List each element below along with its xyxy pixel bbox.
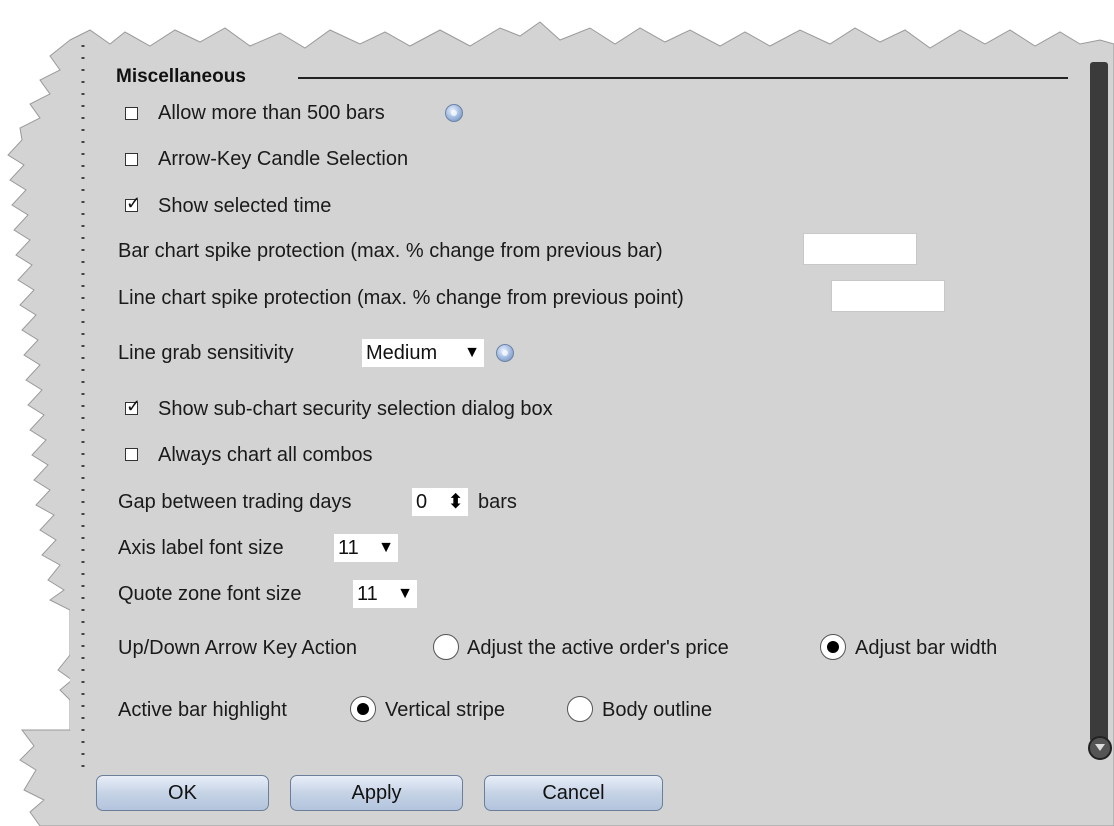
- gap-days-label: Gap between trading days: [118, 491, 352, 513]
- section-title: Miscellaneous: [116, 66, 252, 88]
- active-bar-label: Active bar highlight: [118, 699, 287, 721]
- section-divider: [298, 77, 1068, 79]
- radio-adjust-bar-width[interactable]: [820, 634, 846, 660]
- show-selected-time-label: Show selected time: [158, 195, 332, 217]
- quote-font-dropdown[interactable]: 11 ▼: [353, 580, 417, 608]
- radio-adjust-bar-width-label: Adjust bar width: [855, 637, 998, 659]
- quote-font-value: 11: [357, 583, 378, 605]
- arrow-key-candle-label: Arrow-Key Candle Selection: [158, 148, 409, 170]
- radio-vertical-stripe-label: Vertical stripe: [385, 699, 506, 721]
- chevron-down-icon: ▼: [397, 585, 413, 602]
- vertical-scrollbar[interactable]: [1090, 62, 1108, 742]
- line-grab-label: Line grab sensitivity: [118, 342, 294, 364]
- chevron-down-icon: ▼: [378, 539, 394, 556]
- radio-vertical-stripe[interactable]: [350, 696, 376, 722]
- radio-body-outline-label: Body outline: [602, 699, 713, 721]
- always-combos-checkbox[interactable]: [125, 448, 138, 461]
- apply-button[interactable]: Apply: [290, 775, 463, 811]
- axis-font-value: 11: [338, 537, 359, 559]
- cancel-button[interactable]: Cancel: [484, 775, 663, 811]
- spinner-icon[interactable]: ⬍: [447, 488, 464, 516]
- always-combos-label: Always chart all combos: [158, 444, 373, 466]
- check-icon: ✓: [126, 193, 142, 213]
- radio-adjust-order-price[interactable]: [433, 634, 459, 660]
- bar-spike-input[interactable]: [803, 233, 917, 265]
- updown-label: Up/Down Arrow Key Action: [118, 637, 357, 659]
- line-grab-value: Medium: [366, 342, 438, 364]
- chevron-down-icon: ▼: [464, 344, 480, 361]
- line-grab-dropdown[interactable]: Medium ▼: [362, 339, 484, 367]
- line-spike-label: Line chart spike protection (max. % chan…: [118, 287, 684, 309]
- radio-body-outline[interactable]: [567, 696, 593, 722]
- show-subchart-label: Show sub-chart security selection dialog…: [158, 398, 553, 420]
- arrow-key-candle-checkbox[interactable]: [125, 153, 138, 166]
- show-subchart-checkbox[interactable]: ✓: [125, 397, 141, 415]
- show-selected-time-checkbox[interactable]: ✓: [125, 194, 141, 212]
- allow-500-bars-checkbox[interactable]: [125, 107, 138, 120]
- bar-spike-label: Bar chart spike protection (max. % chang…: [118, 240, 663, 262]
- radio-adjust-order-price-label: Adjust the active order's price: [467, 637, 729, 659]
- line-spike-input[interactable]: [831, 280, 945, 312]
- allow-500-bars-label: Allow more than 500 bars: [158, 102, 385, 124]
- quote-font-label: Quote zone font size: [118, 583, 302, 605]
- check-icon: ✓: [126, 396, 142, 416]
- scroll-down-icon[interactable]: [1088, 736, 1112, 760]
- help-icon[interactable]: [445, 104, 463, 122]
- help-icon[interactable]: [496, 344, 514, 362]
- axis-font-dropdown[interactable]: 11 ▼: [334, 534, 398, 562]
- ok-button[interactable]: OK: [96, 775, 269, 811]
- gap-days-spinner[interactable]: 0 ⬍: [412, 488, 468, 516]
- gap-days-unit: bars: [478, 491, 517, 513]
- dotted-border: [81, 45, 85, 775]
- chart-settings-panel: Miscellaneous Allow more than 500 bars A…: [0, 0, 1114, 826]
- axis-font-label: Axis label font size: [118, 537, 284, 559]
- gap-days-value: 0: [416, 491, 428, 513]
